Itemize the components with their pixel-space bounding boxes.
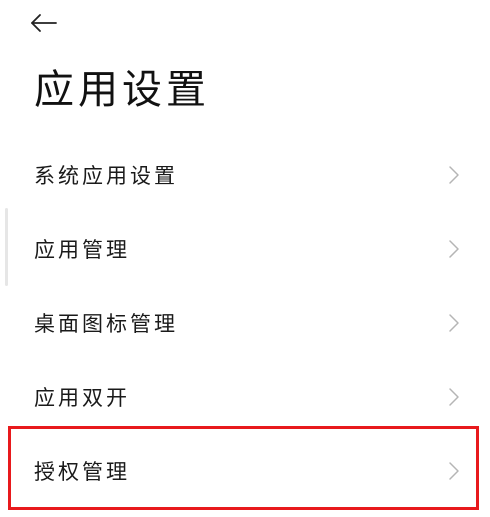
menu-item-label: 应用双开 bbox=[34, 386, 130, 410]
menu-item-app-management[interactable]: 应用管理 bbox=[0, 212, 490, 286]
menu-item-desktop-icon-management[interactable]: 桌面图标管理 bbox=[0, 286, 490, 360]
menu-item-permission-management[interactable]: 授权管理 bbox=[0, 434, 490, 508]
menu-item-label: 桌面图标管理 bbox=[34, 312, 178, 336]
chevron-right-icon bbox=[449, 166, 459, 184]
menu-item-system-app-settings[interactable]: 系统应用设置 bbox=[0, 138, 490, 212]
menu-item-label: 应用管理 bbox=[34, 238, 130, 262]
back-arrow-icon bbox=[31, 14, 57, 32]
chevron-right-icon bbox=[449, 388, 459, 406]
menu-item-label: 授权管理 bbox=[34, 460, 130, 484]
back-button[interactable] bbox=[30, 8, 64, 38]
page-title: 应用设置 bbox=[34, 67, 210, 113]
chevron-right-icon bbox=[449, 314, 459, 332]
chevron-right-icon bbox=[449, 462, 459, 480]
menu-item-app-clone[interactable]: 应用双开 bbox=[0, 360, 490, 434]
menu-item-label: 系统应用设置 bbox=[34, 164, 178, 188]
chevron-right-icon bbox=[449, 240, 459, 258]
settings-menu-list: 系统应用设置 应用管理 桌面图标管理 应用双开 授权管理 bbox=[0, 138, 490, 508]
